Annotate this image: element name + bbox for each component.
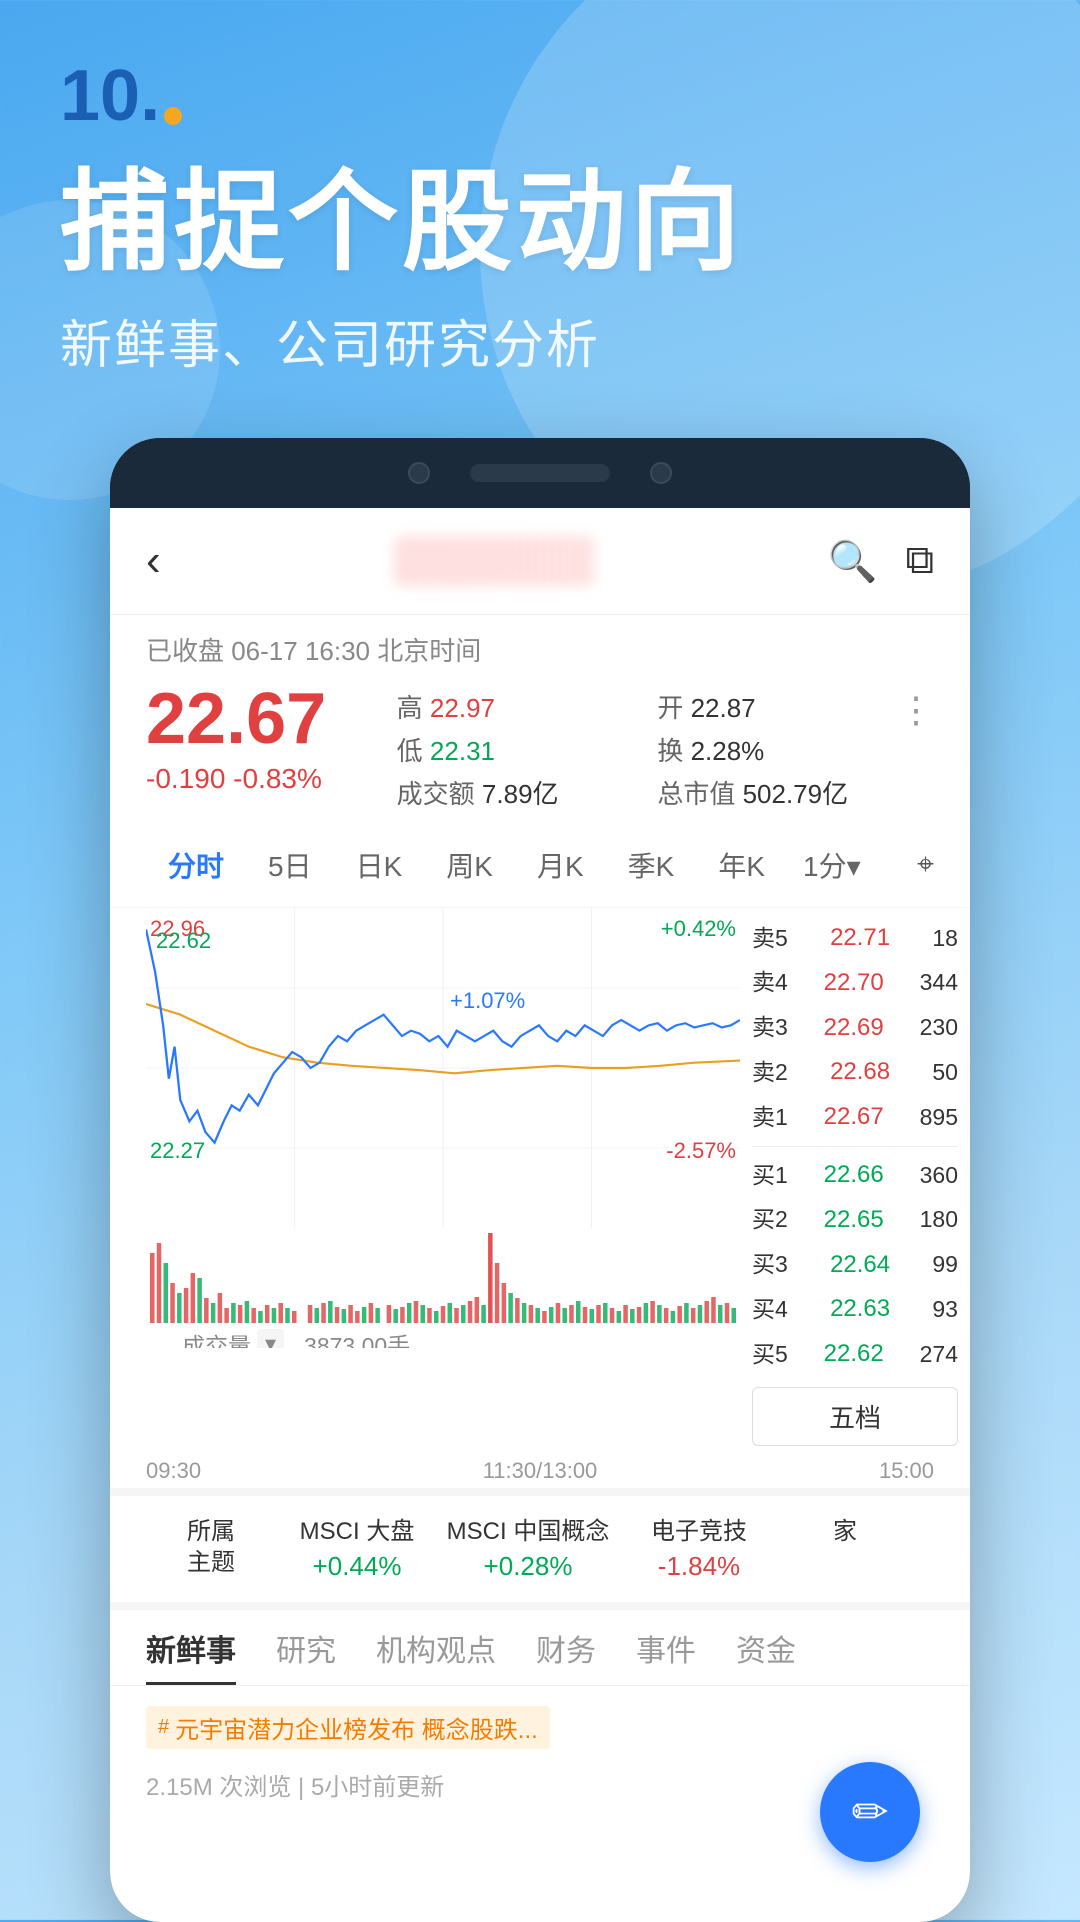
stock-action-icons: 🔍 ⧉ [828,538,934,585]
phone-speaker [470,464,610,482]
main-title: 捕捉个股动向 [60,162,1020,283]
tab-jik[interactable]: 季K [606,835,697,895]
tab-fenshi[interactable]: 分时 [146,835,246,895]
edit-icon: ✏ [852,1787,889,1838]
chart-container: 22.96 22.27 +0.42% -2.57% [110,908,970,1454]
volume: 成交额 7.89亿 [397,774,638,811]
theme-more[interactable]: 家 [780,1516,910,1582]
tab-funds[interactable]: 资金 [736,1626,796,1685]
tab-institutions[interactable]: 机构观点 [376,1626,496,1685]
volume-bars [146,1233,740,1323]
time-mid: 11:30/13:00 [483,1458,598,1484]
tab-news[interactable]: 新鲜事 [146,1626,236,1685]
bid-3: 买3 22.64 99 [752,1243,958,1288]
volume-chart [150,1233,736,1323]
back-button[interactable]: ‹ [146,536,161,586]
bid-5: 买5 22.62 274 [752,1332,958,1377]
open-price: 开 22.87 [657,688,898,725]
sub-title: 新鲜事、公司研究分析 [60,303,1020,378]
logo-dot [164,107,182,125]
phone-topbar [110,438,970,508]
chart-footer-info: 成交量 ▾ 3873.00手 [146,1323,740,1348]
change-rate: 换 2.28% [657,731,898,768]
theme-esports[interactable]: 电子竞技 -1.84% [634,1516,764,1582]
app-logo: 10. [60,60,1020,132]
price-details: 高 22.97 开 22.87 低 22.31 换 2.28% 成交额 7. [397,680,898,811]
theme-item-main[interactable]: 所属 主题 [146,1516,276,1582]
time-start: 09:30 [146,1458,201,1484]
stock-status: 已收盘 06-17 16:30 北京时间 [110,615,970,668]
theme-msci-china[interactable]: MSCI 中国概念 +0.28% [438,1516,618,1582]
price-main: 22.67 -0.190 -0.83% [146,680,397,795]
volume-dropdown[interactable]: ▾ [257,1329,284,1348]
ask-2: 卖2 22.68 50 [752,1050,958,1095]
tab-niank[interactable]: 年K [696,835,787,895]
logo-text: 10. [60,60,160,132]
high-price: 高 22.97 [397,688,638,725]
chart-mid-price-left: 22.62 [156,928,211,954]
chart-pct-low: -2.57% [666,1138,736,1164]
tab-zhouk[interactable]: 周K [424,835,515,895]
fab-button[interactable]: ✏ [820,1762,920,1862]
bid-4: 买4 22.63 93 [752,1287,958,1332]
tab-finance[interactable]: 财务 [536,1626,596,1685]
tab-yuek[interactable]: 月K [515,835,606,895]
volume-value: 3873.00手 [304,1327,410,1348]
chart-left: 22.96 22.27 +0.42% -2.57% [146,908,740,1348]
tab-rik[interactable]: 日K [334,835,425,895]
news-meta: 2.15M 次浏览 | 5小时前更新 [146,1767,934,1802]
volume-label: 成交量 ▾ [182,1327,284,1348]
ask-3: 卖3 22.69 230 [752,1006,958,1051]
phone-camera-left [408,462,430,484]
tab-research[interactable]: 研究 [276,1626,336,1685]
bid-1: 买1 22.66 360 [752,1153,958,1198]
tab-events[interactable]: 事件 [636,1626,696,1685]
app-header: 10. 捕捉个股动向 新鲜事、公司研究分析 [0,0,1080,378]
tab-1min-dropdown[interactable]: 1分▾ [787,835,877,895]
price-area: 22.67 -0.190 -0.83% 高 22.97 开 22.87 低 22… [110,668,970,823]
low-price: 低 22.31 [397,731,638,768]
chart-tabs: 分时 5日 日K 周K 月K 季K 年K 1分▾ ⌖ [110,823,970,908]
phone-screen: ‹ 🔍 ⧉ 已收盘 06-17 16:30 北京时间 22.67 -0.190 … [110,508,970,1922]
theme-section: 所属 主题 MSCI 大盘 +0.44% MSCI 中国概念 +0.28% 电子… [110,1488,970,1602]
bid-2: 买2 22.65 180 [752,1198,958,1243]
news-tag: # 元宇宙潜力企业榜发布 概念股跌... [146,1706,550,1749]
phone-camera-right [650,462,672,484]
stock-title-area [394,536,594,586]
share-icon[interactable]: ⧉ [905,538,934,585]
ask-1: 卖1 22.67 895 [752,1095,958,1140]
price-chart [146,908,740,1228]
chart-mid-pct: +1.07% [450,988,525,1014]
ask-5: 卖5 22.71 18 [752,916,958,961]
target-icon[interactable]: ⌖ [917,848,934,882]
tab-5ri[interactable]: 5日 [246,835,334,895]
current-price: 22.67 [146,680,397,759]
ob-divider [752,1146,958,1147]
hashtag-icon: # [158,1716,169,1739]
ask-4: 卖4 22.70 344 [752,961,958,1006]
fab-area: ✏ [110,1822,970,1922]
news-tabs: 新鲜事 研究 机构观点 财务 事件 资金 [110,1602,970,1685]
theme-msci-big[interactable]: MSCI 大盘 +0.44% [292,1516,422,1582]
chart-low-price: 22.27 [150,1138,205,1164]
chart-time-labels: 09:30 11:30/13:00 15:00 [110,1454,970,1488]
phone-mockup: ‹ 🔍 ⧉ 已收盘 06-17 16:30 北京时间 22.67 -0.190 … [110,438,970,1922]
price-change: -0.190 -0.83% [146,763,397,795]
market-cap: 总市值 502.79亿 [657,774,898,811]
five-levels-button[interactable]: 五档 [752,1387,958,1446]
stock-title-blurred [394,536,594,586]
more-menu[interactable]: ⋮ [898,680,934,728]
search-icon[interactable]: 🔍 [828,538,878,585]
chart-pct-high: +0.42% [661,916,736,942]
stock-header: ‹ 🔍 ⧉ [110,508,970,615]
order-book: 卖5 22.71 18 卖4 22.70 344 卖3 22.69 230 卖2… [740,908,970,1454]
time-end: 15:00 [879,1458,934,1484]
